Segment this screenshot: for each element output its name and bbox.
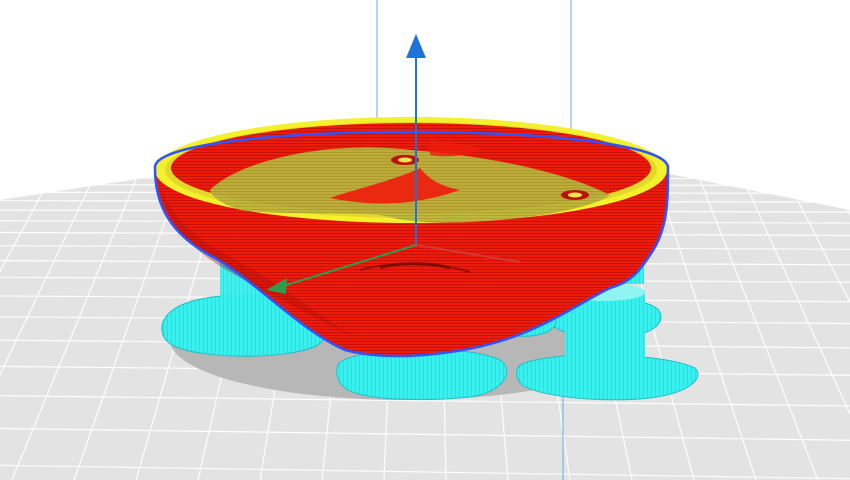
- arrow-up-icon[interactable]: [406, 34, 426, 58]
- 3d-viewport[interactable]: [0, 0, 850, 480]
- layer-preview-scene[interactable]: [0, 0, 850, 480]
